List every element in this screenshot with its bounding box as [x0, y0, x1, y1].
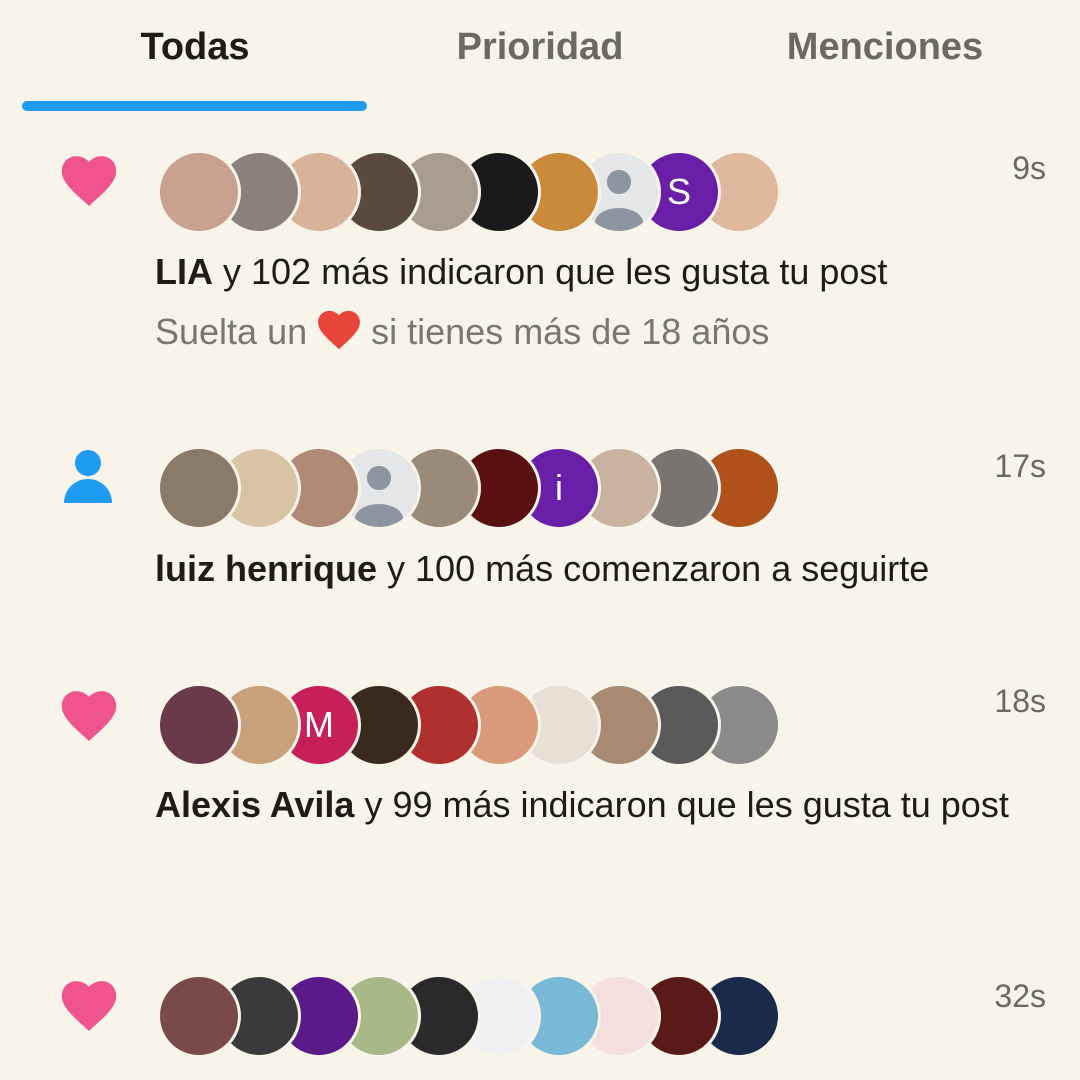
- notification-message: y 99 más indicaron que les gusta tu post: [354, 784, 1009, 825]
- post-preview-text-end: si tienes más de 18 años: [361, 311, 770, 352]
- tab-menciones[interactable]: Menciones: [760, 22, 1010, 72]
- avatar-initial: i: [555, 467, 563, 508]
- avatar-stack: [157, 974, 781, 1058]
- avatar-stack: i: [157, 446, 781, 530]
- person-icon: [64, 450, 112, 503]
- post-preview: Suelta un si tienes más de 18 años: [155, 305, 769, 359]
- avatar-stack: M: [157, 683, 781, 767]
- avatar-initial: M: [304, 704, 334, 745]
- notification-item[interactable]: S 9s LIA y 102 más indicaron que les gus…: [0, 130, 1080, 400]
- notification-message: y 100 más comenzaron a seguirte: [377, 548, 930, 589]
- heart-icon: [61, 691, 117, 742]
- notification-item[interactable]: 32s: [0, 960, 1080, 1080]
- red-heart-emoji: [318, 310, 361, 350]
- avatar-stack: S: [157, 150, 781, 234]
- notification-text: LIA y 102 más indicaron que les gusta tu…: [155, 245, 1055, 299]
- avatar[interactable]: [157, 974, 241, 1058]
- notification-message: y 102 más indicaron que les gusta tu pos…: [213, 251, 888, 292]
- avatar[interactable]: [157, 446, 241, 530]
- notification-item[interactable]: i 17s luiz henrique y 100 más comenzaron…: [0, 430, 1080, 630]
- notification-item[interactable]: M 18s Alexis Avila y 99 más indicaron qu…: [0, 665, 1080, 915]
- avatar[interactable]: [157, 150, 241, 234]
- active-tab-indicator: [22, 101, 367, 111]
- avatar[interactable]: [157, 683, 241, 767]
- timestamp: 32s: [994, 978, 1046, 1014]
- avatar-initial: S: [666, 171, 691, 212]
- tab-todas[interactable]: Todas: [95, 22, 295, 72]
- actor-name[interactable]: Alexis Avila: [155, 784, 354, 825]
- notification-text: Alexis Avila y 99 más indicaron que les …: [155, 778, 1035, 832]
- heart-icon: [61, 156, 117, 207]
- actor-name[interactable]: LIA: [155, 251, 213, 292]
- timestamp: 18s: [994, 683, 1046, 719]
- notification-text: luiz henrique y 100 más comenzaron a seg…: [155, 542, 1055, 596]
- timestamp: 9s: [1012, 150, 1046, 186]
- post-preview-text-start: Suelta un: [155, 311, 318, 352]
- tab-bar: Todas Prioridad Menciones: [0, 0, 1080, 115]
- actor-name[interactable]: luiz henrique: [155, 548, 377, 589]
- timestamp: 17s: [994, 448, 1046, 484]
- tab-prioridad[interactable]: Prioridad: [420, 22, 660, 72]
- heart-icon: [61, 981, 117, 1032]
